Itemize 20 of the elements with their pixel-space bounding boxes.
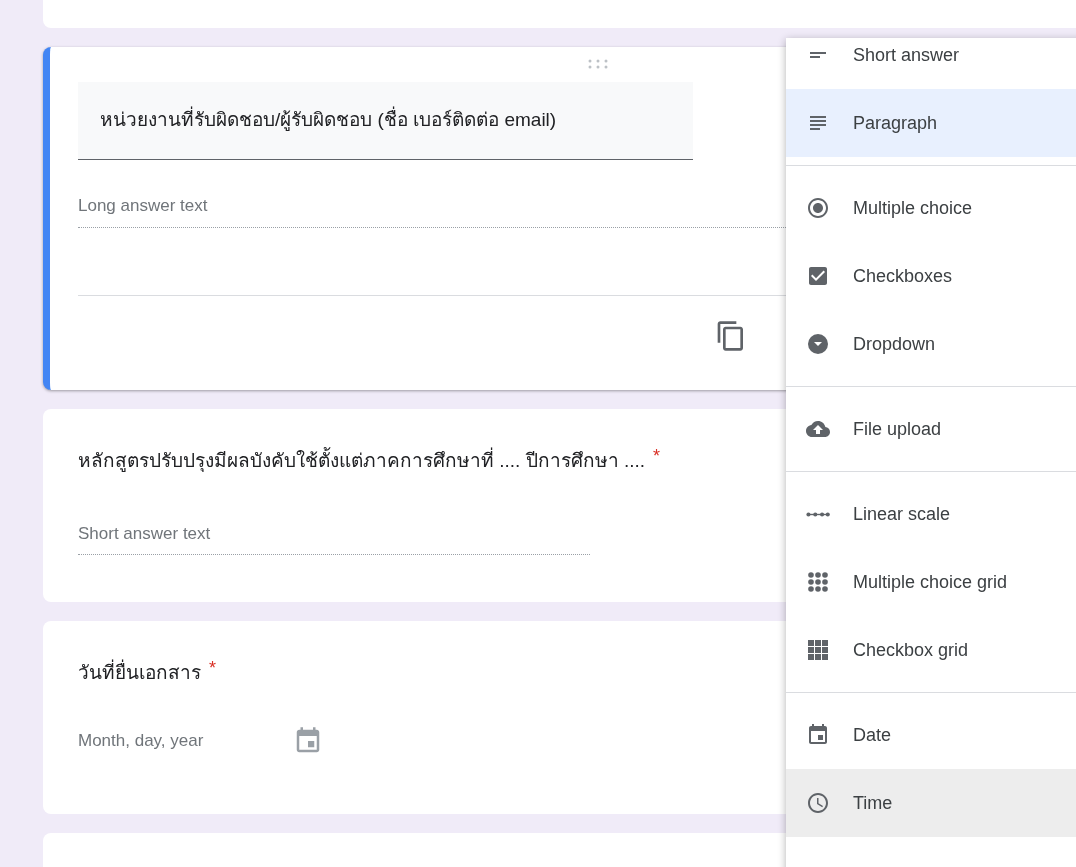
answer-placeholder: Short answer text bbox=[78, 520, 590, 555]
short-lines-icon bbox=[810, 52, 826, 58]
dropdown-circle-icon bbox=[806, 332, 830, 356]
checkbox-icon bbox=[806, 264, 830, 288]
dot-grid-icon bbox=[806, 570, 830, 594]
square-grid-icon bbox=[806, 638, 830, 662]
drag-handle-icon[interactable] bbox=[587, 59, 609, 69]
question-title: หลักสูตรปรับปรุงมีผลบังคับใช้ตั้งแต่ภาคการศึกษาที่ .... ปีการศึกษา .... bbox=[78, 447, 646, 476]
clock-icon bbox=[806, 791, 830, 815]
date-placeholder: Month, day, year bbox=[78, 729, 204, 752]
calendar-icon bbox=[806, 723, 830, 747]
question-title-field[interactable]: หน่วยงานที่รับผิดชอบ/ผู้รับผิดชอบ (ชื่อ เบอร์ติดต่อ email) bbox=[78, 82, 693, 160]
required-mark: * bbox=[209, 659, 216, 677]
menu-item[interactable]: Time bbox=[786, 769, 1076, 837]
question-title: วันที่ยื่นเอกสาร bbox=[78, 659, 201, 688]
required-mark: * bbox=[653, 447, 661, 465]
linear-scale-icon bbox=[806, 511, 830, 517]
menu-item[interactable]: Paragraph bbox=[786, 89, 1076, 157]
menu-item[interactable]: Short answer bbox=[786, 38, 1076, 89]
radio-icon bbox=[806, 196, 830, 220]
